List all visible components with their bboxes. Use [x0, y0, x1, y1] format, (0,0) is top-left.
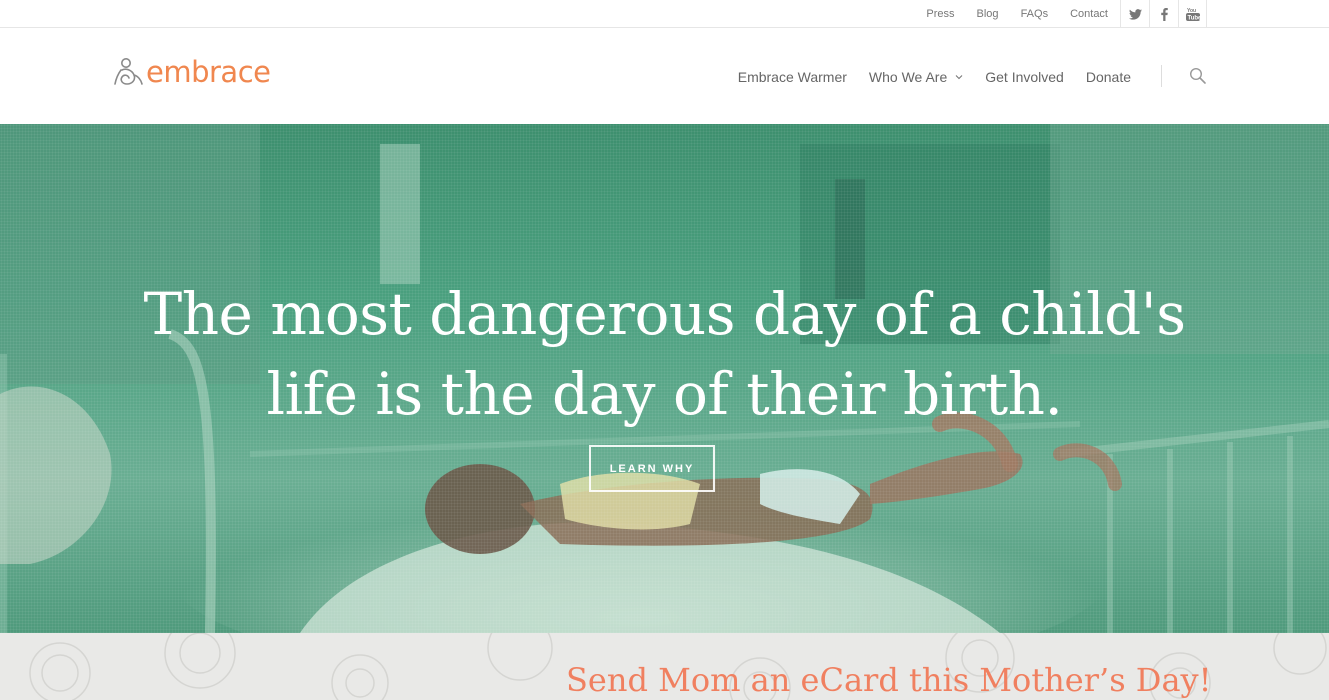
- nav-get-involved[interactable]: Get Involved: [985, 69, 1064, 85]
- youtube-icon[interactable]: You Tube: [1178, 0, 1207, 28]
- nav-label: Donate: [1085, 69, 1131, 85]
- top-link-contact[interactable]: Contact: [1070, 8, 1108, 20]
- nav-embrace-warmer[interactable]: Embrace Warmer: [738, 69, 847, 85]
- svg-text:Tube: Tube: [1187, 16, 1200, 22]
- headline-line-2: life is the day of their birth.: [266, 360, 1063, 428]
- hero-headline: The most dangerous day of a child's life…: [0, 274, 1329, 434]
- headline-line-1: The most dangerous day of a child's: [143, 280, 1186, 348]
- main-nav: Embrace Warmer Who We Are Get Involved D…: [716, 68, 1131, 86]
- nav-label: Embrace Warmer: [737, 69, 847, 85]
- site-header: embrace Embrace Warmer Who We Are Get In…: [0, 28, 1329, 124]
- nav-donate[interactable]: Donate: [1086, 69, 1131, 85]
- top-link-faqs[interactable]: FAQs: [1021, 8, 1049, 20]
- nav-label: Get Involved: [985, 69, 1064, 85]
- nav-who-we-are[interactable]: Who We Are: [869, 69, 963, 85]
- top-link-press[interactable]: Press: [926, 8, 954, 20]
- logo-mark-icon: [114, 58, 143, 85]
- top-links: Press Blog FAQs Contact: [904, 0, 1108, 28]
- nav-divider: [1161, 65, 1162, 87]
- logo[interactable]: embrace: [112, 54, 271, 90]
- hero-banner: The most dangerous day of a child's life…: [0, 124, 1329, 633]
- logo-wordmark: embrace: [146, 55, 271, 89]
- learn-why-button[interactable]: LEARN WHY: [589, 445, 715, 492]
- facebook-icon[interactable]: [1149, 0, 1178, 28]
- nav-label: Who We Are: [868, 69, 948, 85]
- promo-title[interactable]: Send Mom an eCard this Mother’s Day!: [566, 661, 1211, 699]
- social-links: You Tube: [1120, 0, 1207, 28]
- top-link-blog[interactable]: Blog: [977, 8, 999, 20]
- chevron-down-icon: [955, 75, 963, 80]
- search-icon[interactable]: [1189, 67, 1209, 87]
- mothers-day-promo: Send Mom an eCard this Mother’s Day!: [0, 633, 1329, 700]
- top-utility-bar: Press Blog FAQs Contact You Tube: [0, 0, 1329, 28]
- twitter-icon[interactable]: [1120, 0, 1149, 28]
